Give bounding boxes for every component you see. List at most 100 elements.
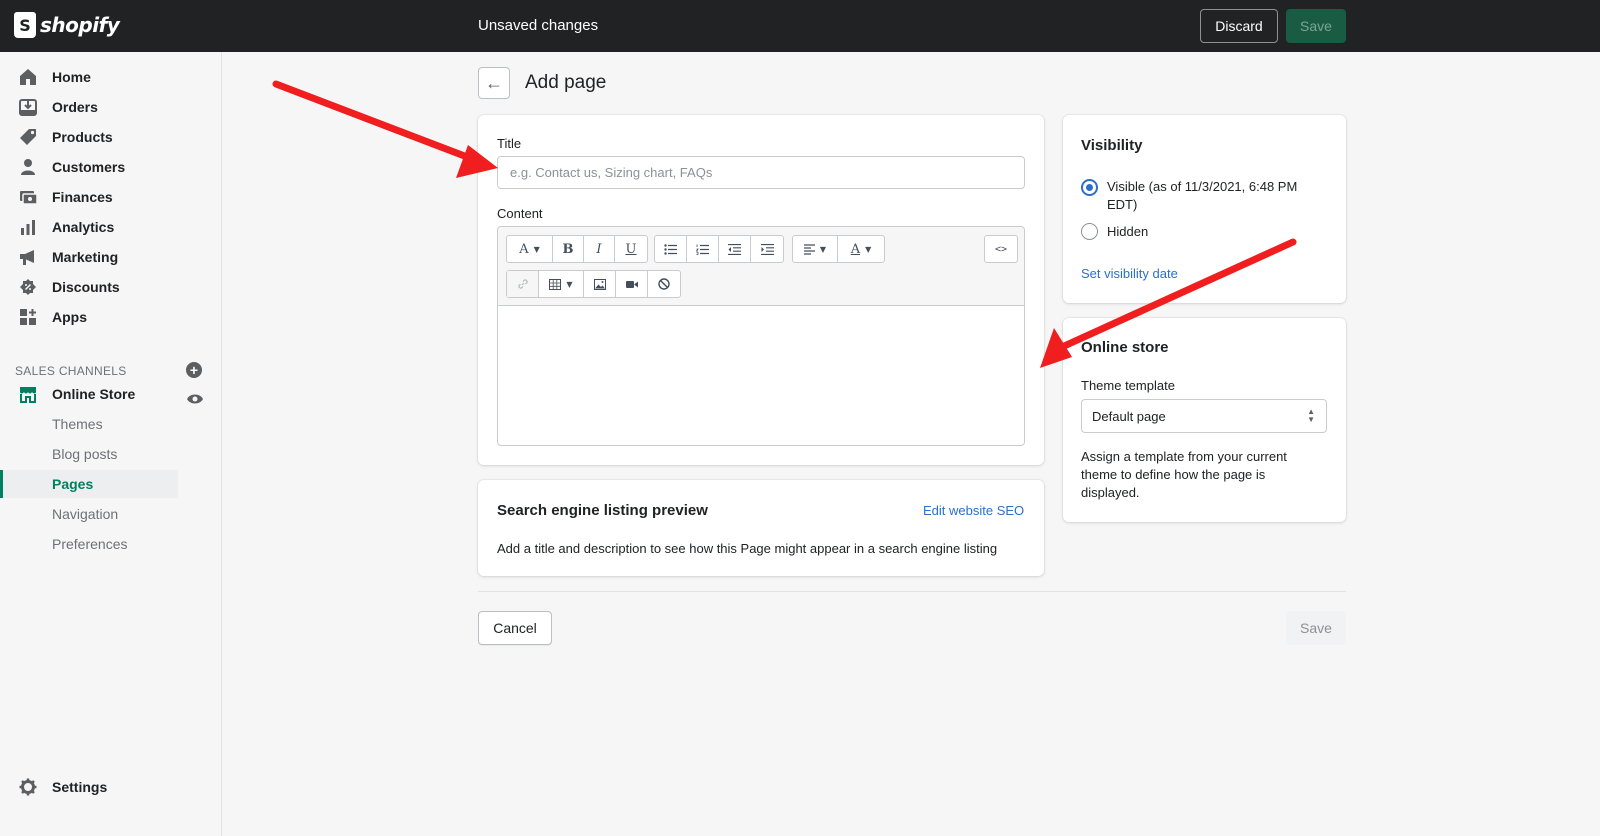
sidebar-item-apps[interactable]: Apps (0, 302, 222, 332)
edit-website-seo-link[interactable]: Edit website SEO (923, 503, 1024, 518)
theme-template-help-line2: theme to define how the page is (1081, 467, 1266, 482)
insert-image-button[interactable] (584, 271, 616, 297)
bold-button[interactable]: B (553, 236, 584, 262)
sidebar-item-label: Discounts (52, 279, 120, 295)
font-a-icon: A (519, 241, 529, 257)
title-input[interactable]: e.g. Contact us, Sizing chart, FAQs (497, 156, 1025, 189)
italic-icon: I (596, 241, 602, 257)
annotation-arrow-title (272, 80, 498, 178)
font-style-dropdown[interactable]: A ▼ (507, 236, 553, 262)
seo-preview-card (478, 480, 1044, 576)
source-group: <> (984, 235, 1018, 263)
italic-button[interactable]: I (584, 236, 615, 262)
online-store-heading: Online store (1081, 339, 1169, 356)
select-arrows-icon: ▲ ▼ (1307, 407, 1315, 424)
hidden-radio[interactable] (1081, 223, 1098, 240)
discount-icon (19, 278, 37, 296)
caret-down-icon: ▼ (566, 279, 573, 289)
sidebar-subitem-blog-posts[interactable]: Blog posts (0, 440, 178, 468)
insert-link-button[interactable] (507, 271, 539, 297)
alignment-color-group: ▼ A ▼ (792, 235, 885, 263)
indent-icon (760, 243, 774, 255)
sidebar-item-products[interactable]: Products (0, 122, 222, 152)
show-html-button[interactable]: <> (985, 236, 1017, 262)
page-title: Add page (525, 72, 607, 93)
sidebar-item-customers[interactable]: Customers (0, 152, 222, 182)
view-store-eye-icon[interactable] (186, 392, 204, 406)
save-button-top[interactable]: Save (1286, 9, 1346, 43)
back-button[interactable]: ← (478, 67, 510, 99)
insert-video-button[interactable] (616, 271, 648, 297)
sidebar-item-orders[interactable]: Orders (0, 92, 222, 122)
sidebar-item-settings[interactable]: Settings (0, 772, 222, 802)
footer-divider (478, 591, 1346, 592)
discard-button[interactable]: Discard (1200, 9, 1278, 43)
theme-template-label: Theme template (1081, 378, 1175, 393)
title-placeholder: e.g. Contact us, Sizing chart, FAQs (510, 165, 713, 180)
video-icon (625, 280, 638, 288)
sidebar-subitem-label: Themes (52, 416, 103, 432)
outdent-button[interactable] (719, 236, 751, 262)
content-label: Content (497, 206, 543, 221)
arrow-left-icon: ← (485, 72, 503, 93)
clear-format-icon (658, 278, 670, 290)
sidebar-subitem-themes[interactable]: Themes (0, 410, 178, 438)
home-icon (19, 68, 37, 86)
add-sales-channel-icon[interactable]: + (186, 362, 202, 378)
tag-icon (19, 128, 37, 146)
sidebar-subitem-pages[interactable]: Pages (0, 470, 178, 498)
indent-button[interactable] (751, 236, 783, 262)
sidebar-item-finances[interactable]: Finances (0, 182, 222, 212)
sidebar-item-label: Orders (52, 99, 98, 115)
text-color-dropdown[interactable]: A ▼ (838, 236, 884, 262)
megaphone-icon (19, 248, 37, 266)
bulleted-list-icon (664, 243, 677, 255)
sidebar-subitem-navigation[interactable]: Navigation (0, 500, 178, 528)
gear-icon (19, 778, 37, 796)
apps-icon (19, 308, 37, 326)
text-color-icon: A (850, 241, 861, 257)
align-dropdown[interactable]: ▼ (793, 236, 838, 262)
sidebar-item-discounts[interactable]: Discounts (0, 272, 222, 302)
numbered-list-button[interactable] (687, 236, 719, 262)
sidebar-item-label: Online Store (52, 386, 136, 402)
sidebar-subitem-label: Preferences (52, 536, 128, 552)
seo-description: Add a title and description to see how t… (497, 541, 998, 556)
editor-toolbar: A ▼ B I U ▼ A ▼ <> ▼ (498, 227, 1024, 306)
clear-formatting-button[interactable] (648, 271, 680, 297)
sidebar-item-label: Finances (52, 189, 113, 205)
cancel-button[interactable]: Cancel (478, 611, 552, 645)
sidebar-subitem-preferences[interactable]: Preferences (0, 530, 178, 558)
sidebar-subitem-label: Pages (52, 476, 94, 492)
sidebar-item-marketing[interactable]: Marketing (0, 242, 222, 272)
visible-radio[interactable] (1081, 179, 1098, 196)
list-group (654, 235, 784, 263)
insert-table-dropdown[interactable]: ▼ (539, 271, 584, 297)
outdent-icon (728, 243, 741, 255)
shopify-bag-icon: S (14, 12, 36, 38)
caret-down-icon: ▼ (865, 244, 872, 254)
sidebar-item-label: Settings (52, 779, 108, 795)
sidebar-subitem-label: Blog posts (52, 446, 118, 462)
link-icon (517, 279, 528, 289)
sidebar-item-analytics[interactable]: Analytics (0, 212, 222, 242)
set-visibility-date-link[interactable]: Set visibility date (1081, 266, 1178, 281)
sidebar: Home Orders Products Customers Finances … (0, 52, 222, 836)
sidebar-item-label: Marketing (52, 249, 119, 265)
brand-name: shopify (40, 13, 120, 37)
title-label: Title (497, 136, 522, 151)
hidden-radio-label: Hidden (1107, 224, 1149, 239)
save-button-bottom[interactable]: Save (1286, 611, 1346, 645)
shopify-logo[interactable]: S shopify (14, 12, 120, 38)
sidebar-subitem-label: Navigation (52, 506, 119, 522)
underline-button[interactable]: U (615, 236, 647, 262)
align-left-icon (803, 243, 815, 255)
caret-down-icon: ▼ (819, 244, 827, 254)
bulleted-list-button[interactable] (655, 236, 687, 262)
rich-text-editor[interactable]: A ▼ B I U ▼ A ▼ <> ▼ (497, 226, 1025, 446)
theme-template-select[interactable]: Default page ▲ ▼ (1081, 399, 1327, 433)
top-bar: S shopify Unsaved changes Discard Save (0, 0, 1600, 52)
visible-radio-label-line1: Visible (as of 11/3/2021, 6:48 PM (1107, 179, 1298, 194)
visibility-heading: Visibility (1081, 137, 1143, 154)
sidebar-item-home[interactable]: Home (0, 62, 222, 92)
